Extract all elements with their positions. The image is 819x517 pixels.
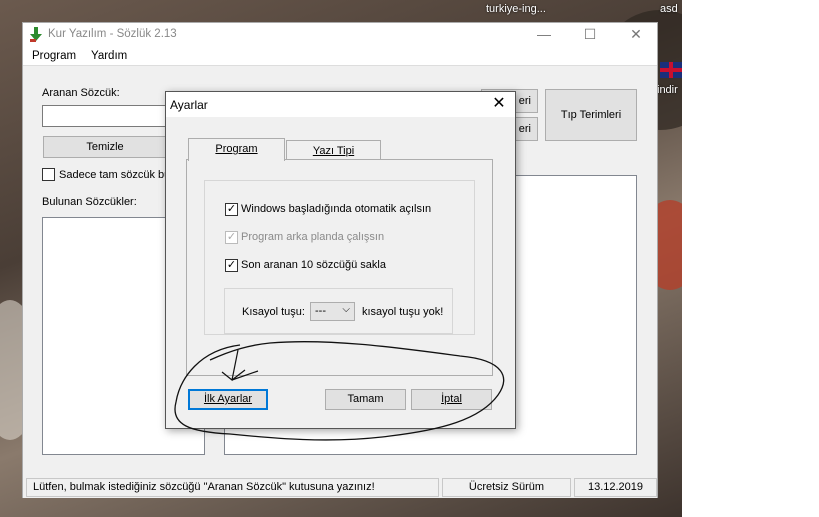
search-input[interactable] (42, 105, 167, 127)
window-title: Kur Yazılım - Sözlük 2.13 (48, 28, 177, 40)
settings-dialog: Ayarlar ✕ Program Yazı Tipi ✓ Windows ba… (165, 91, 516, 429)
clear-button[interactable]: Temizle (43, 136, 167, 158)
status-bar: Lütfen, bulmak istediğiniz sözcüğü "Aran… (23, 476, 657, 498)
status-message: Lütfen, bulmak istediğiniz sözcüğü "Aran… (26, 478, 439, 497)
defaults-button[interactable]: İlk Ayarlar (188, 389, 268, 410)
autostart-label: Windows başladığında otomatik açılsın (241, 203, 432, 215)
defaults-button-label: İlk Ayarlar (203, 393, 253, 405)
background-checkbox: ✓ (225, 231, 238, 244)
dialog-title-bar[interactable]: Ayarlar ✕ (166, 92, 515, 117)
exact-match-checkbox[interactable] (42, 168, 55, 181)
desktop-file-label[interactable]: indir (657, 84, 678, 96)
hotkey-group: Kısayol tuşu: --- ⌵ kısayol tuşu yok! (224, 288, 453, 334)
history-checkbox[interactable]: ✓ (225, 259, 238, 272)
tab-font[interactable]: Yazı Tipi (286, 140, 381, 161)
hotkey-value: --- (315, 305, 326, 317)
medical-terms-button[interactable]: Tıp Terimleri (545, 89, 637, 141)
dialog-close-icon[interactable]: ✕ (487, 93, 511, 115)
desktop-file-label[interactable]: turkiye-ing... (486, 3, 546, 15)
tab-program-label: Program (215, 143, 258, 155)
download-arrow-icon (30, 27, 42, 42)
tab-font-label: Yazı Tipi (312, 145, 355, 157)
menu-bar: Program Yardım (23, 46, 657, 66)
status-edition: Ücretsiz Sürüm (442, 478, 571, 497)
tab-program[interactable]: Program (188, 138, 285, 161)
dialog-title: Ayarlar (170, 98, 208, 112)
close-button[interactable]: ✕ (613, 23, 659, 46)
hotkey-note: kısayol tuşu yok! (362, 306, 444, 318)
hotkey-select[interactable]: --- ⌵ (310, 302, 355, 321)
chevron-down-icon: ⌵ (342, 304, 350, 315)
cancel-button-label: İptal (441, 393, 462, 405)
cancel-button[interactable]: İptal (411, 389, 492, 410)
hotkey-label: Kısayol tuşu: (242, 306, 305, 318)
search-label: Aranan Sözcük: (42, 87, 120, 99)
history-label: Son aranan 10 sözcüğü sakla (241, 259, 386, 271)
found-words-label: Bulunan Sözcükler: (42, 196, 137, 208)
title-bar[interactable]: Kur Yazılım - Sözlük 2.13 — ☐ ✕ (23, 23, 657, 46)
menu-program[interactable]: Program (32, 50, 76, 62)
menu-help[interactable]: Yardım (91, 50, 127, 62)
desktop-file-label[interactable]: asd (660, 3, 678, 15)
tab-panel: ✓ Windows başladığında otomatik açılsın … (186, 159, 493, 376)
minimize-button[interactable]: — (521, 23, 567, 46)
background-label: Program arka planda çalışsın (241, 231, 385, 243)
maximize-button[interactable]: ☐ (567, 23, 613, 46)
exact-match-label: Sadece tam sözcük bul (59, 169, 167, 181)
autostart-checkbox[interactable]: ✓ (225, 203, 238, 216)
options-group: ✓ Windows başladığında otomatik açılsın … (204, 180, 475, 335)
uk-flag-icon (660, 62, 682, 78)
status-date: 13.12.2019 (574, 478, 657, 497)
ok-button[interactable]: Tamam (325, 389, 406, 410)
